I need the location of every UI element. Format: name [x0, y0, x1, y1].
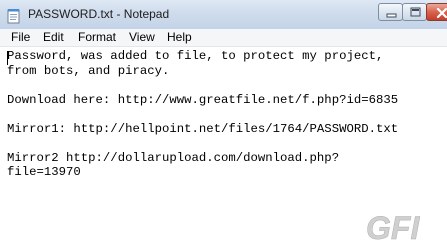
- document-text[interactable]: Password, was added to file, to protect …: [7, 49, 398, 180]
- window-title: PASSWORD.txt - Notepad: [28, 7, 170, 21]
- close-icon: [436, 7, 447, 19]
- menu-help[interactable]: Help: [167, 30, 192, 44]
- menu-file[interactable]: File: [11, 30, 30, 44]
- text-caret: [7, 51, 8, 65]
- watermark-text: GFI: [366, 210, 420, 246]
- gfi-watermark: GFI: [366, 210, 421, 246]
- minimize-button[interactable]: [378, 3, 403, 21]
- close-button[interactable]: [426, 3, 447, 21]
- notepad-window: PASSWORD.txt - Notepad File Edit Format …: [0, 0, 447, 249]
- maximize-button[interactable]: [402, 3, 427, 21]
- maximize-icon: [410, 7, 421, 17]
- notepad-icon: [7, 9, 20, 24]
- menu-format[interactable]: Format: [78, 30, 116, 44]
- menu-bar: File Edit Format View Help: [0, 29, 447, 47]
- menu-edit[interactable]: Edit: [43, 30, 64, 44]
- title-bar[interactable]: PASSWORD.txt - Notepad: [0, 0, 447, 30]
- menu-view[interactable]: View: [129, 30, 155, 44]
- minimize-icon: [386, 13, 397, 18]
